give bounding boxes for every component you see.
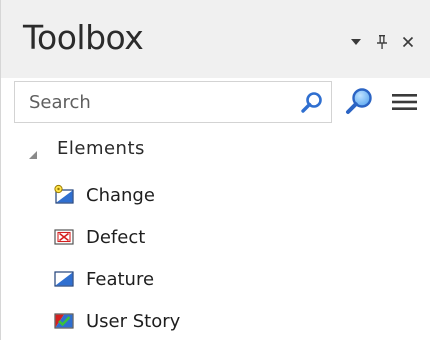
change-icon: [53, 184, 75, 206]
hamburger-menu-icon[interactable]: [390, 90, 420, 114]
search-box: [14, 81, 332, 123]
user-story-icon: [53, 310, 75, 332]
panel-header: Toolbox: [1, 0, 430, 78]
feature-icon: [53, 268, 75, 290]
expand-triangle-icon[interactable]: [28, 145, 38, 159]
dropdown-arrow-icon[interactable]: [343, 30, 369, 54]
toolbox-item-change[interactable]: Change: [53, 178, 353, 212]
pin-icon[interactable]: [369, 30, 395, 54]
toolbox-item-defect[interactable]: Defect: [53, 220, 353, 254]
close-icon[interactable]: [395, 30, 421, 54]
search-input[interactable]: [15, 82, 285, 122]
toolbox-panel: Toolbox Search Elements Change Defect Fe…: [0, 0, 430, 340]
find-icon[interactable]: [343, 86, 375, 118]
window-controls: [343, 30, 421, 54]
toolbox-item-feature[interactable]: Feature: [53, 262, 353, 296]
toolbox-item-label: Change: [86, 184, 155, 206]
panel-title: Toolbox: [23, 18, 144, 57]
toolbox-item-label: User Story: [86, 310, 181, 332]
toolbox-item-label: Defect: [86, 226, 146, 248]
toolbox-item-label: Feature: [86, 268, 155, 290]
search-row: [14, 80, 430, 124]
search-icon[interactable]: [299, 90, 325, 116]
tree-group-elements[interactable]: Elements: [1, 130, 430, 170]
toolbox-item-user-story[interactable]: User Story: [53, 304, 353, 338]
tree-group-label: Elements: [57, 138, 145, 159]
defect-icon: [53, 226, 75, 248]
